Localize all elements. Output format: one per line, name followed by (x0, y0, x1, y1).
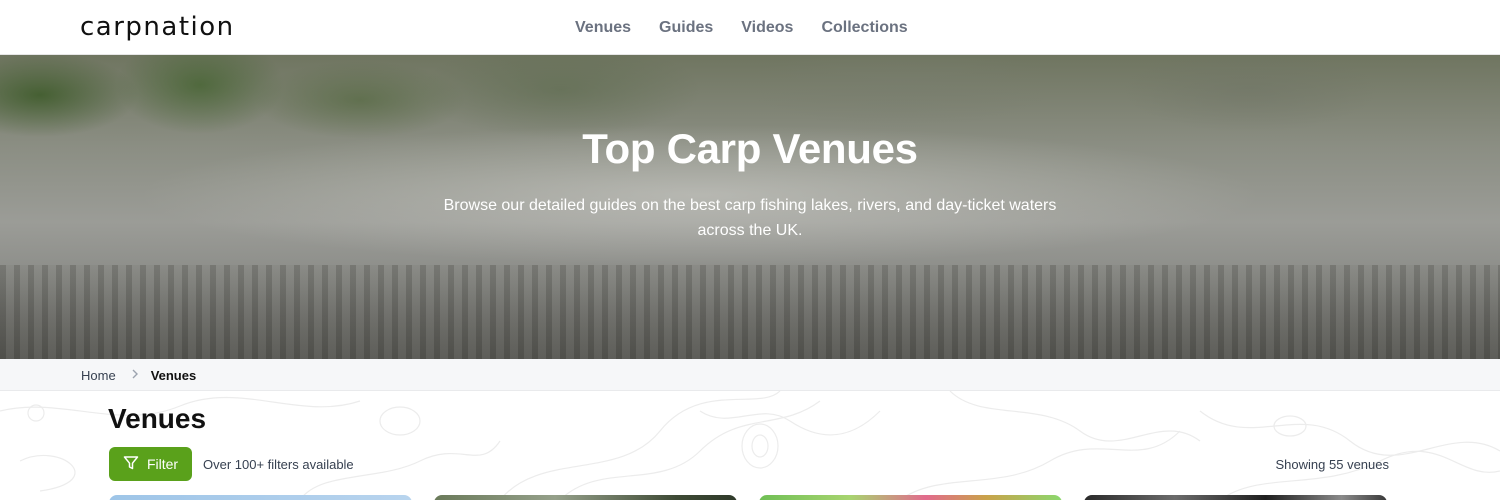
filter-icon (123, 455, 139, 474)
venue-count: Showing 55 venues (1275, 457, 1389, 472)
venue-card-image[interactable] (759, 495, 1062, 500)
venue-card-image[interactable] (1084, 495, 1387, 500)
site-header: carpnation Venues Guides Videos Collecti… (0, 0, 1500, 55)
hero-subtitle: Browse our detailed guides on the best c… (443, 197, 1057, 239)
carpnation-logo[interactable]: carpnation (80, 12, 255, 42)
filter-note: Over 100+ filters available (203, 457, 354, 472)
hero-background-water (0, 265, 1500, 359)
page-title: Venues (108, 403, 207, 434)
venues-section: Venues Filter Over 100+ filters availabl… (0, 391, 1500, 500)
filter-button-label: Filter (146, 456, 179, 472)
nav-collections[interactable]: Collections (821, 19, 907, 37)
breadcrumb-bar: Home Venues (0, 359, 1500, 391)
chevron-right-icon (132, 368, 139, 382)
hero-title: Top Carp Venues (582, 125, 918, 172)
topographic-pattern (0, 391, 1500, 500)
logo-wordmark: carpnation (80, 12, 235, 42)
filter-button[interactable]: Filter (109, 447, 192, 481)
breadcrumb: Home Venues (81, 359, 196, 391)
nav-guides[interactable]: Guides (659, 19, 713, 37)
nav-videos[interactable]: Videos (741, 19, 793, 37)
breadcrumb-current: Venues (150, 367, 197, 383)
breadcrumb-home[interactable]: Home (81, 368, 116, 383)
venue-card-image[interactable] (434, 495, 737, 500)
svg-text:carpnation: carpnation (80, 12, 235, 42)
main-nav: Venues Guides Videos Collections (575, 0, 908, 55)
venue-card-image[interactable] (109, 495, 412, 500)
nav-venues[interactable]: Venues (575, 19, 631, 37)
hero-banner: Top Carp Venues Browse our detailed guid… (0, 55, 1500, 359)
